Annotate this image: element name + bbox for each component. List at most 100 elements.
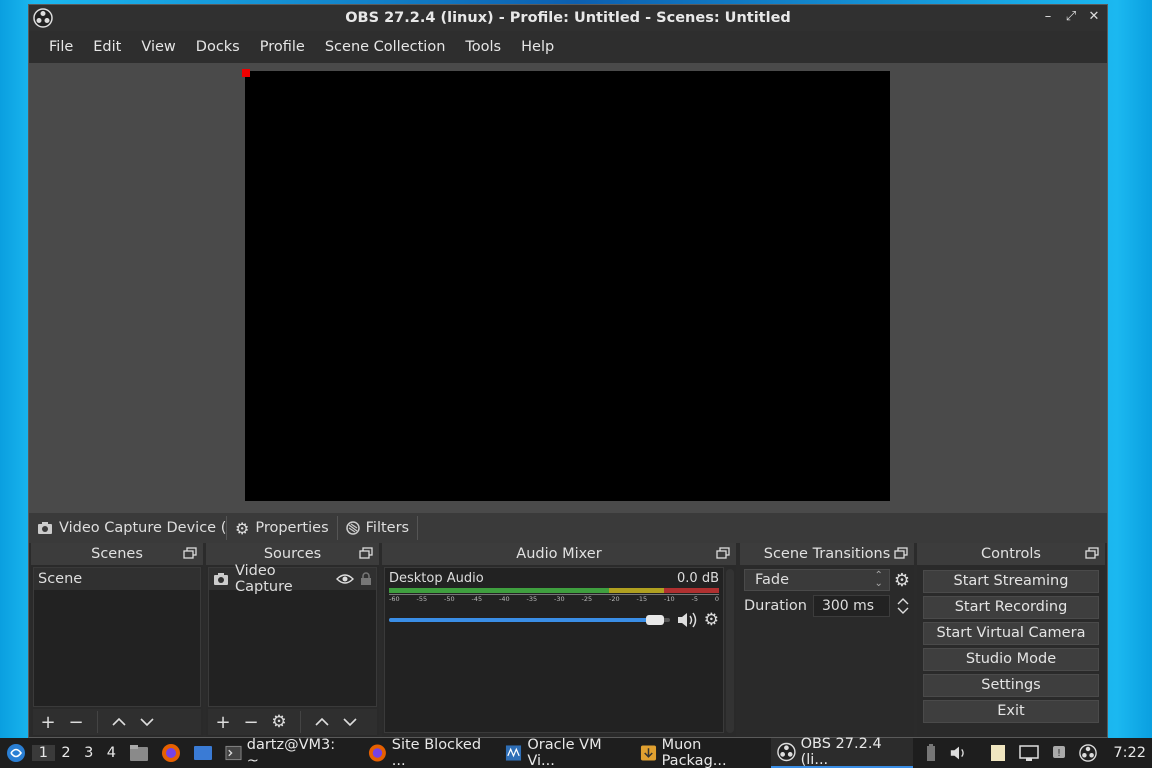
- firefox-icon: [368, 744, 386, 762]
- obs-window: OBS 27.2.4 (linux) - Profile: Untitled -…: [28, 4, 1108, 738]
- minimize-icon[interactable]: –: [1041, 9, 1055, 25]
- duration-stepper[interactable]: [896, 596, 910, 616]
- undock-icon[interactable]: [1085, 547, 1099, 559]
- exit-button[interactable]: Exit: [923, 700, 1099, 723]
- chevron-up-icon[interactable]: [896, 596, 910, 606]
- start-virtual-camera-button[interactable]: Start Virtual Camera: [923, 622, 1099, 645]
- camera-icon: [213, 572, 229, 586]
- scenes-dock: Scenes Scene + −: [31, 543, 203, 737]
- add-icon[interactable]: +: [212, 711, 234, 733]
- obs-logo-icon[interactable]: [33, 8, 53, 28]
- scene-transitions-dock: Scene Transitions Fade ⌃ ⌄ ⚙ Duration 300…: [740, 543, 914, 737]
- task-label: dartz@VM3: ~: [246, 737, 336, 768]
- task-terminal[interactable]: dartz@VM3: ~: [219, 737, 352, 768]
- preview-area[interactable]: [29, 63, 1107, 513]
- add-icon[interactable]: +: [37, 711, 59, 733]
- task-obs[interactable]: OBS 27.2.4 (li...: [770, 736, 914, 768]
- desktop-launcher[interactable]: [187, 738, 219, 768]
- lock-icon[interactable]: [360, 572, 372, 586]
- undock-icon[interactable]: [359, 547, 373, 559]
- tray-updates[interactable]: !: [1045, 738, 1073, 768]
- properties-label: Properties: [255, 520, 329, 536]
- battery-icon: [927, 744, 936, 761]
- workspace-2[interactable]: 2: [55, 745, 78, 761]
- tick-label: -60: [389, 595, 400, 603]
- properties-button[interactable]: ⚙ Properties: [227, 516, 338, 540]
- close-icon[interactable]: ✕: [1087, 9, 1101, 25]
- tick-label: -10: [664, 595, 675, 603]
- duration-input[interactable]: 300 ms: [812, 595, 890, 617]
- transition-select[interactable]: Fade ⌃ ⌄: [744, 569, 890, 591]
- tray-network[interactable]: [1013, 738, 1045, 768]
- workspace-1[interactable]: 1: [32, 745, 55, 761]
- menu-file[interactable]: File: [39, 39, 83, 55]
- task-virtualbox[interactable]: Oracle VM Vi...: [499, 737, 633, 768]
- obs-logo-icon: [1079, 744, 1098, 762]
- menu-view[interactable]: View: [131, 39, 185, 55]
- tick-label: -30: [554, 595, 565, 603]
- gear-icon[interactable]: ⚙: [894, 570, 910, 591]
- workspace-4[interactable]: 4: [100, 745, 123, 761]
- tick-label: -20: [609, 595, 620, 603]
- tick-label: 0: [714, 595, 719, 603]
- virtualbox-icon: [506, 745, 522, 761]
- start-streaming-button[interactable]: Start Streaming: [923, 570, 1099, 593]
- remove-icon[interactable]: −: [240, 711, 262, 733]
- remove-icon[interactable]: −: [65, 711, 87, 733]
- tray-volume[interactable]: [943, 738, 975, 768]
- source-name: Video Capture: [235, 563, 293, 595]
- controls-title-text: Controls: [981, 546, 1041, 562]
- volume-slider[interactable]: [389, 614, 670, 626]
- menu-edit[interactable]: Edit: [83, 39, 131, 55]
- start-menu-button[interactable]: [0, 738, 32, 768]
- mixer-dock-title: Audio Mixer: [382, 543, 736, 565]
- menu-profile[interactable]: Profile: [250, 39, 315, 55]
- gear-icon[interactable]: ⚙: [704, 610, 719, 630]
- settings-button[interactable]: Settings: [923, 674, 1099, 697]
- chevron-down-icon[interactable]: [896, 606, 910, 616]
- preview-canvas[interactable]: [245, 71, 890, 501]
- channel-level: 0.0 dB: [677, 571, 719, 586]
- volume-slider-handle[interactable]: [646, 615, 665, 625]
- tray-obs[interactable]: [1073, 738, 1103, 768]
- sources-toolbar: + − ⚙: [208, 709, 377, 735]
- menu-help[interactable]: Help: [511, 39, 564, 55]
- clock[interactable]: 7:22: [1107, 738, 1152, 768]
- list-item[interactable]: Video Capture: [209, 563, 376, 595]
- chevron-up-icon[interactable]: [311, 711, 333, 733]
- menu-tools[interactable]: Tools: [455, 39, 511, 55]
- workspace-3[interactable]: 3: [77, 745, 100, 761]
- chevron-down-icon[interactable]: [136, 711, 158, 733]
- tray-notes[interactable]: [983, 738, 1013, 768]
- channel-name: Desktop Audio: [389, 571, 484, 586]
- studio-mode-button[interactable]: Studio Mode: [923, 648, 1099, 671]
- tick-label: -35: [526, 595, 538, 603]
- menu-bar: File Edit View Docks Profile Scene Colle…: [29, 31, 1107, 63]
- task-firefox[interactable]: Site Blocked ...: [362, 737, 499, 768]
- undock-icon[interactable]: [716, 547, 730, 559]
- title-bar[interactable]: OBS 27.2.4 (linux) - Profile: Untitled -…: [29, 5, 1107, 31]
- task-muon[interactable]: Muon Packag...: [634, 737, 771, 768]
- undock-icon[interactable]: [894, 547, 908, 559]
- menu-docks[interactable]: Docks: [186, 39, 250, 55]
- filters-button[interactable]: Filters: [338, 516, 419, 540]
- scenes-list[interactable]: Scene: [33, 567, 201, 707]
- source-resize-handle[interactable]: [242, 69, 250, 77]
- gear-icon[interactable]: ⚙: [268, 711, 290, 733]
- firefox-launcher[interactable]: [155, 738, 187, 768]
- speaker-icon[interactable]: [676, 611, 698, 629]
- file-manager-launcher[interactable]: [123, 738, 155, 768]
- undock-icon[interactable]: [183, 547, 197, 559]
- start-recording-button[interactable]: Start Recording: [923, 596, 1099, 619]
- sources-list[interactable]: Video Capture: [208, 563, 377, 707]
- eye-icon[interactable]: [336, 573, 354, 585]
- menu-scene-collection[interactable]: Scene Collection: [315, 39, 456, 55]
- chevron-up-icon[interactable]: [108, 711, 130, 733]
- volume-meter: [389, 588, 719, 593]
- maximize-icon[interactable]: ⤢: [1064, 9, 1078, 25]
- tray-clipboard[interactable]: [919, 738, 943, 768]
- mixer-scrollbar[interactable]: [726, 569, 734, 733]
- chevron-down-icon[interactable]: [339, 711, 361, 733]
- scenes-dock-title: Scenes: [31, 543, 203, 565]
- list-item[interactable]: Scene: [34, 568, 200, 590]
